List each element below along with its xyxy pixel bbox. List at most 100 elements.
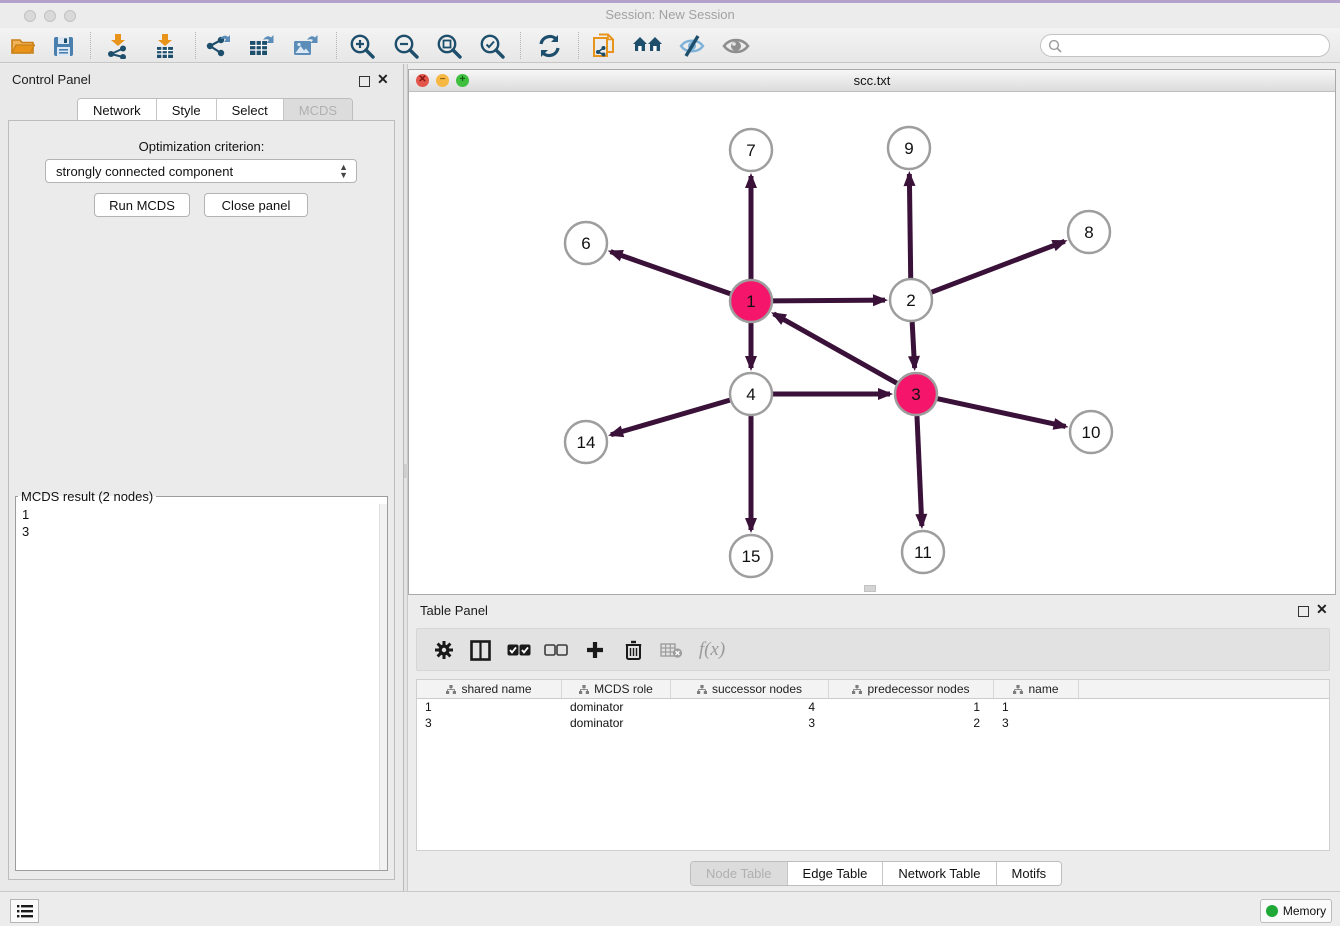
trash-icon [625, 640, 642, 660]
table-cell[interactable]: dominator [562, 715, 671, 731]
table-toolbar: f(x) [416, 628, 1330, 671]
main-toolbar [0, 28, 1340, 63]
export-image-button[interactable] [288, 31, 322, 61]
zoom-selected-button[interactable] [475, 31, 509, 61]
tab-node-table[interactable]: Node Table [691, 862, 787, 885]
table-cell[interactable]: 2 [829, 715, 994, 731]
select-all-rows-button[interactable] [503, 635, 535, 665]
column-header-name[interactable]: name [994, 680, 1079, 698]
table-cell[interactable]: 4 [671, 699, 829, 715]
control-panel-float-button[interactable] [359, 74, 370, 92]
network-window-titlebar[interactable]: ✕ − + scc.txt [409, 70, 1335, 92]
table-cell[interactable]: 1 [417, 699, 562, 715]
tab-network[interactable]: Network [78, 99, 156, 122]
function-builder-button[interactable]: f(x) [689, 635, 735, 665]
network-edge-4-14[interactable] [611, 400, 730, 435]
memory-button[interactable]: Memory [1260, 899, 1332, 923]
column-header-MCDS-role[interactable]: MCDS role [562, 680, 671, 698]
network-node-3[interactable]: 3 [895, 373, 937, 415]
open-session-button[interactable] [6, 31, 40, 61]
add-column-button[interactable] [579, 635, 611, 665]
network-edge-3-10[interactable] [937, 399, 1065, 427]
deselect-all-rows-button[interactable] [540, 635, 572, 665]
tab-select[interactable]: Select [216, 99, 283, 122]
column-header-predecessor-nodes[interactable]: predecessor nodes [829, 680, 994, 698]
tab-mcds[interactable]: MCDS [283, 99, 352, 122]
network-edge-1-6[interactable] [611, 252, 731, 294]
table-cell[interactable]: 1 [829, 699, 994, 715]
network-edge-2-3[interactable] [912, 322, 914, 368]
network-node-2[interactable]: 2 [890, 279, 932, 321]
table-cell[interactable]: dominator [562, 699, 671, 715]
search-box[interactable] [1040, 34, 1330, 57]
network-edge-2-8[interactable] [932, 241, 1065, 292]
network-node-15[interactable]: 15 [730, 535, 772, 577]
hide-panels-button[interactable] [675, 31, 709, 61]
tab-network-table[interactable]: Network Table [882, 862, 995, 885]
show-columns-button[interactable] [464, 635, 496, 665]
table-panel-close-button[interactable]: ✕ [1316, 604, 1328, 615]
zoom-out-button[interactable] [389, 31, 423, 61]
table-body: 1dominator4113dominator323 [417, 699, 1329, 731]
save-session-button[interactable] [46, 31, 80, 61]
close-panel-button[interactable]: Close panel [204, 193, 308, 217]
table-row[interactable]: 3dominator323 [417, 715, 1329, 731]
export-network-icon [205, 33, 231, 59]
sort-hierarchy-icon [446, 685, 456, 694]
table-cell[interactable]: 3 [671, 715, 829, 731]
svg-text:1: 1 [746, 292, 755, 311]
import-table-button[interactable] [148, 31, 182, 61]
table-cell[interactable]: 3 [994, 715, 1079, 731]
column-header-shared-name[interactable]: shared name [417, 680, 562, 698]
network-node-8[interactable]: 8 [1068, 211, 1110, 253]
network-node-4[interactable]: 4 [730, 373, 772, 415]
delete-column-button[interactable] [617, 635, 649, 665]
search-input[interactable] [1062, 39, 1312, 53]
import-network-button[interactable] [101, 31, 135, 61]
network-edge-1-2[interactable] [773, 300, 885, 301]
export-table-button[interactable] [244, 31, 278, 61]
result-scrollbar[interactable] [379, 504, 387, 870]
sort-hierarchy-icon [579, 685, 589, 694]
network-edge-2-9[interactable] [909, 174, 910, 278]
network-window-grip[interactable] [864, 585, 876, 592]
sort-hierarchy-icon [697, 685, 707, 694]
status-menu-button[interactable] [10, 899, 39, 923]
export-network-button[interactable] [201, 31, 235, 61]
toolbar-separator [520, 32, 521, 59]
show-panels-button[interactable] [719, 31, 753, 61]
table-panel-float-button[interactable] [1298, 604, 1309, 622]
sort-hierarchy-icon [852, 685, 862, 694]
zoom-in-button[interactable] [345, 31, 379, 61]
tab-motifs[interactable]: Motifs [996, 862, 1062, 885]
duplicate-network-button[interactable] [587, 31, 621, 61]
table-row[interactable]: 1dominator411 [417, 699, 1329, 715]
home-view-button[interactable] [631, 31, 665, 61]
table-cell[interactable]: 3 [417, 715, 562, 731]
network-node-11[interactable]: 11 [902, 531, 944, 573]
refresh-layout-button[interactable] [532, 31, 566, 61]
tab-edge-table[interactable]: Edge Table [787, 862, 883, 885]
table-options-button[interactable] [428, 635, 460, 665]
criterion-select[interactable]: strongly connected component ▲▼ [45, 159, 357, 183]
svg-text:10: 10 [1082, 423, 1101, 442]
network-node-6[interactable]: 6 [565, 222, 607, 264]
network-node-14[interactable]: 14 [565, 421, 607, 463]
network-node-7[interactable]: 7 [730, 129, 772, 171]
svg-text:4: 4 [746, 385, 755, 404]
zoom-fit-button[interactable] [432, 31, 466, 61]
network-edge-3-1[interactable] [774, 314, 897, 383]
control-panel-close-button[interactable]: ✕ [377, 74, 389, 85]
delete-table-button[interactable] [655, 635, 687, 665]
run-mcds-button[interactable]: Run MCDS [94, 193, 190, 217]
mac-titlebar: Session: New Session [0, 3, 1340, 28]
network-edge-3-11[interactable] [917, 416, 922, 526]
network-node-9[interactable]: 9 [888, 127, 930, 169]
table-cell[interactable]: 1 [994, 699, 1079, 715]
network-node-10[interactable]: 10 [1070, 411, 1112, 453]
tab-style[interactable]: Style [156, 99, 216, 122]
network-node-1[interactable]: 1 [730, 280, 772, 322]
column-header-successor-nodes[interactable]: successor nodes [671, 680, 829, 698]
toolbar-separator [195, 32, 196, 59]
network-canvas[interactable]: 1 2 3 4 6 7 8 9 10 11 14 15 [409, 92, 1335, 594]
